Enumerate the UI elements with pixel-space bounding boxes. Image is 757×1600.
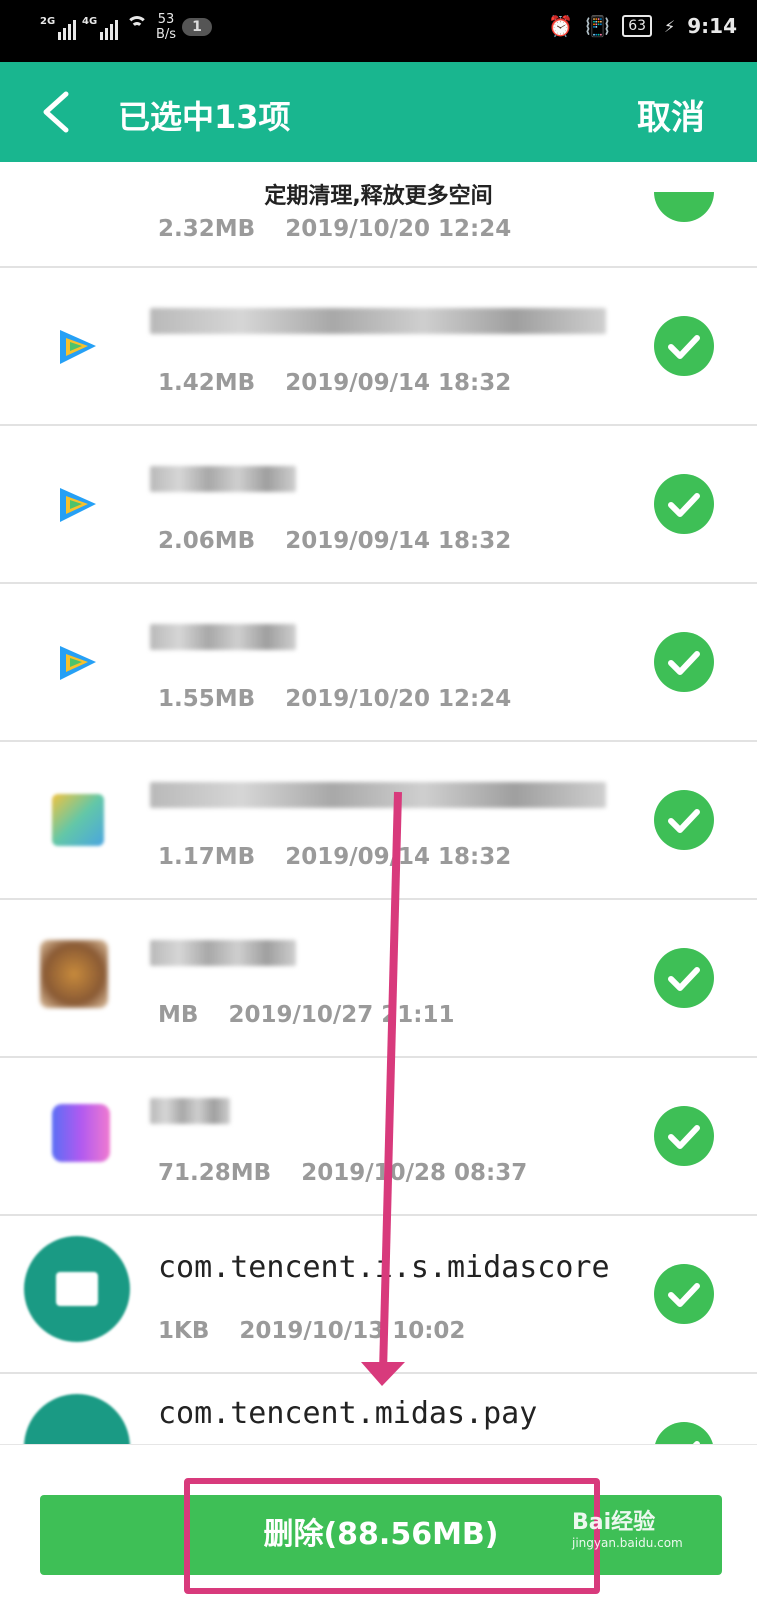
- signal-4g-icon: 4G: [82, 14, 118, 40]
- item-date: 2019/09/14 18:32: [285, 370, 512, 396]
- android-icon: [24, 1236, 130, 1342]
- item-name: com.tencent.midas.pay: [158, 1396, 538, 1431]
- status-left: 2G 4G 53 B/s 1: [40, 12, 212, 42]
- watermark-text: Bai经验: [572, 1510, 656, 1535]
- app-header: 已选中13项 取消: [0, 62, 757, 162]
- blurred-file-name: [150, 624, 296, 650]
- list-item[interactable]: 1.17MB 2019/09/14 18:32: [0, 742, 757, 900]
- item-size: 1.55MB: [158, 686, 256, 712]
- list-item[interactable]: 1.55MB 2019/10/20 12:24: [0, 584, 757, 742]
- back-button[interactable]: [38, 90, 78, 134]
- item-size: 71.28MB: [158, 1160, 272, 1186]
- blurred-file-name: [150, 466, 296, 492]
- list-item[interactable]: com.tencent.i.s.midascore 1KB 2019/10/13…: [0, 1216, 757, 1374]
- list-item[interactable]: 定期清理,释放更多空间 2.32MB 2019/10/20 12:24: [0, 162, 757, 268]
- tencent-video-icon: [52, 320, 104, 372]
- tencent-video-icon: [52, 478, 104, 530]
- network-speed: 53 B/s: [156, 12, 176, 42]
- check-icon[interactable]: [654, 948, 714, 1008]
- alarm-icon: ⏰: [548, 14, 574, 38]
- speed-value: 53: [157, 12, 175, 27]
- cleanup-banner: 定期清理,释放更多空间: [264, 184, 493, 209]
- battery-icon: 63: [622, 15, 653, 37]
- item-size: 1.17MB: [158, 844, 256, 870]
- speed-unit: B/s: [156, 27, 177, 42]
- item-size: 2.06MB: [158, 528, 256, 554]
- page-title: 已选中13项: [118, 98, 291, 136]
- item-meta: 1.42MB 2019/09/14 18:32: [158, 370, 511, 396]
- android-icon: [24, 1394, 130, 1444]
- check-icon[interactable]: [654, 1264, 714, 1324]
- baidu-watermark: Bai经验 jingyan.baidu.com: [572, 1504, 683, 1550]
- check-icon[interactable]: [654, 1106, 714, 1166]
- blurred-file-name: [150, 308, 606, 334]
- list-item[interactable]: 2.06MB 2019/09/14 18:32: [0, 426, 757, 584]
- item-meta: 71.28MB 2019/10/28 08:37: [158, 1160, 527, 1186]
- tencent-video-icon: [52, 636, 104, 688]
- item-date: 2019/10/20 12:24: [285, 686, 512, 712]
- item-name: com.tencent.i.s.midascore: [158, 1250, 610, 1285]
- check-icon[interactable]: [654, 316, 714, 376]
- vibrate-icon: 📳: [585, 14, 611, 38]
- charging-icon: ⚡: [664, 16, 676, 36]
- chevron-left-icon: [43, 91, 69, 133]
- item-date: 2019/10/27 21:11: [228, 1002, 455, 1028]
- signal-2g-icon: 2G: [40, 14, 76, 40]
- list-item[interactable]: 1.42MB 2019/09/14 18:32: [0, 268, 757, 426]
- file-list: 定期清理,释放更多空间 2.32MB 2019/10/20 12:24 1.42…: [0, 162, 757, 1444]
- check-icon[interactable]: [654, 1422, 714, 1444]
- item-size: 2.32MB: [158, 216, 256, 242]
- app-icon: [52, 794, 104, 846]
- item-meta: 2.06MB 2019/09/14 18:32: [158, 528, 511, 554]
- item-size: MB: [158, 1002, 199, 1028]
- check-icon[interactable]: [654, 192, 714, 222]
- notification-badge: 1: [182, 18, 212, 36]
- item-date: 2019/09/14 18:32: [285, 528, 512, 554]
- list-item[interactable]: MB 2019/10/27 21:11: [0, 900, 757, 1058]
- list-item[interactable]: com.tencent.midas.pay: [0, 1374, 757, 1444]
- item-meta: 2.32MB 2019/10/20 12:24: [158, 216, 511, 242]
- item-size: 1.42MB: [158, 370, 256, 396]
- check-icon[interactable]: [654, 790, 714, 850]
- annotation-highlight: [184, 1478, 600, 1594]
- app-icon: [52, 1104, 110, 1162]
- item-size: 1KB: [158, 1318, 210, 1344]
- list-item[interactable]: 71.28MB 2019/10/28 08:37: [0, 1058, 757, 1216]
- app-icon: [40, 940, 108, 1008]
- blurred-file-name: [150, 940, 296, 966]
- status-bar: 2G 4G 53 B/s 1 ⏰ 📳 63 ⚡ 9:14: [0, 0, 757, 62]
- item-date: 2019/10/28 08:37: [301, 1160, 528, 1186]
- blurred-file-name: [150, 1098, 230, 1124]
- clock: 9:14: [687, 14, 737, 38]
- check-icon[interactable]: [654, 474, 714, 534]
- network-type-label: 2G: [40, 16, 56, 27]
- network-type-label: 4G: [82, 16, 98, 27]
- item-meta: 1.55MB 2019/10/20 12:24: [158, 686, 511, 712]
- item-date: 2019/09/14 18:32: [285, 844, 512, 870]
- item-meta: 1KB 2019/10/13 10:02: [158, 1318, 465, 1344]
- item-meta: 1.17MB 2019/09/14 18:32: [158, 844, 511, 870]
- status-right: ⏰ 📳 63 ⚡ 9:14: [548, 14, 737, 38]
- item-date: 2019/10/20 12:24: [285, 216, 512, 242]
- cancel-button[interactable]: 取消: [637, 90, 705, 139]
- check-icon[interactable]: [654, 632, 714, 692]
- blurred-file-name: [150, 782, 606, 808]
- item-date: 2019/10/13 10:02: [239, 1318, 466, 1344]
- hotspot-icon: [124, 14, 150, 40]
- item-meta: MB 2019/10/27 21:11: [158, 1002, 454, 1028]
- watermark-url: jingyan.baidu.com: [572, 1536, 683, 1550]
